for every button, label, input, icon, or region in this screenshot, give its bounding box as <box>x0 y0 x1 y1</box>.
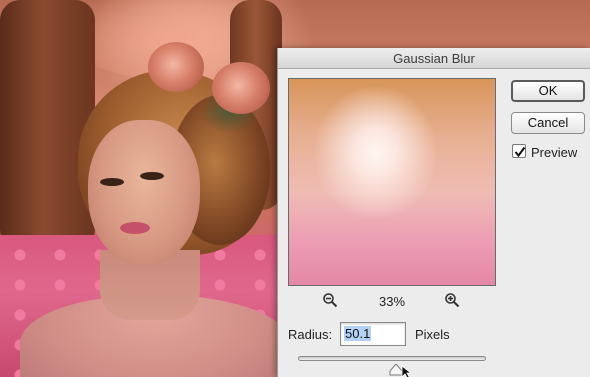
gaussian-blur-dialog: Gaussian Blur 33% Radius: 50.1 Pixels OK… <box>277 48 590 377</box>
preview-label[interactable]: Preview <box>531 145 577 160</box>
tree-trunk-left <box>0 0 95 250</box>
radius-slider[interactable] <box>298 356 486 361</box>
eye <box>140 172 164 180</box>
radius-value[interactable]: 50.1 <box>344 326 372 341</box>
zoom-out-icon[interactable] <box>322 292 338 308</box>
zoom-level: 33% <box>378 294 406 309</box>
radius-label: Radius: <box>288 327 333 342</box>
hair-rose <box>148 42 204 92</box>
lips <box>120 222 150 234</box>
eye <box>100 178 124 186</box>
mouse-pointer-icon <box>401 365 413 377</box>
cancel-button[interactable]: Cancel <box>511 112 585 134</box>
dialog-title[interactable]: Gaussian Blur <box>278 48 590 69</box>
preview-checkbox[interactable] <box>512 144 526 158</box>
blur-preview[interactable] <box>288 78 496 286</box>
hair-rose <box>212 62 270 114</box>
zoom-in-icon[interactable] <box>444 292 460 308</box>
ok-button[interactable]: OK <box>511 80 585 102</box>
face <box>88 120 200 265</box>
radius-input[interactable]: 50.1 <box>340 322 406 346</box>
units-label: Pixels <box>415 327 450 342</box>
